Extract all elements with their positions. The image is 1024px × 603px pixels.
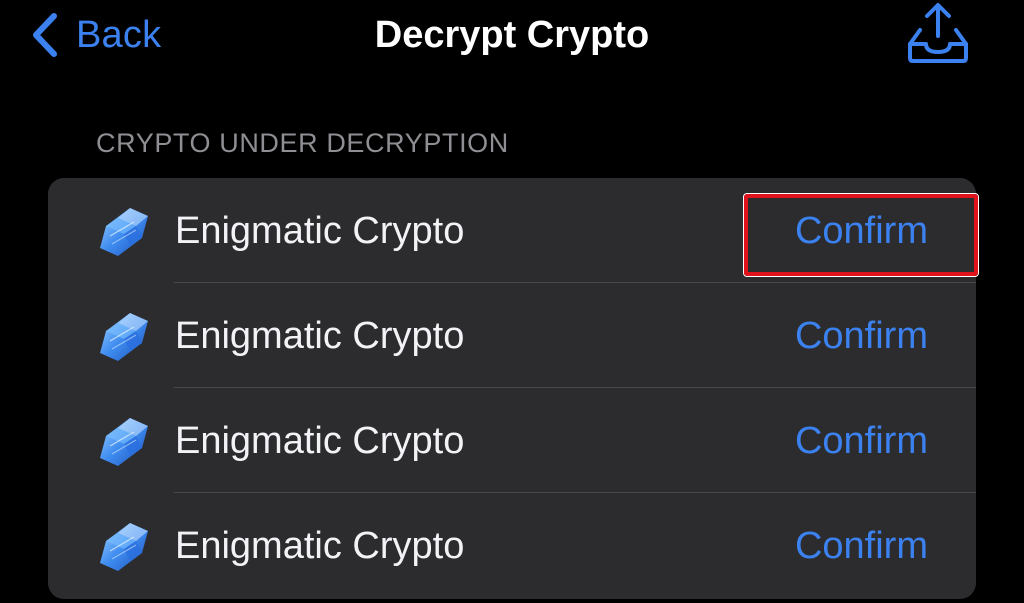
- list-item: Enigmatic Crypto Confirm: [48, 283, 976, 388]
- section-header: CRYPTO UNDER DECRYPTION: [96, 128, 509, 158]
- confirm-button[interactable]: Confirm: [795, 521, 928, 571]
- list-item: Enigmatic Crypto Confirm: [48, 493, 976, 598]
- blue-gem-icon: [100, 418, 148, 466]
- crypto-list: Enigmatic Crypto Confirm Enigmatic Crypt…: [48, 178, 976, 599]
- blue-gem-icon: [100, 313, 148, 361]
- page-title: Decrypt Crypto: [374, 14, 650, 56]
- item-title: Enigmatic Crypto: [175, 315, 465, 357]
- confirm-button[interactable]: Confirm: [795, 311, 928, 361]
- decrypt-crypto-screen: Back Decrypt Crypto CRYPTO UNDER DECRYPT…: [0, 0, 1024, 603]
- list-item: Enigmatic Crypto Confirm: [48, 178, 976, 283]
- blue-gem-icon: [100, 523, 148, 571]
- share-tray-icon[interactable]: [904, 0, 972, 66]
- item-title: Enigmatic Crypto: [175, 210, 465, 252]
- item-title: Enigmatic Crypto: [175, 420, 465, 462]
- confirm-button[interactable]: Confirm: [795, 416, 928, 466]
- blue-gem-icon: [100, 208, 148, 256]
- confirm-button[interactable]: Confirm: [795, 206, 928, 256]
- item-title: Enigmatic Crypto: [175, 525, 465, 567]
- list-item: Enigmatic Crypto Confirm: [48, 388, 976, 493]
